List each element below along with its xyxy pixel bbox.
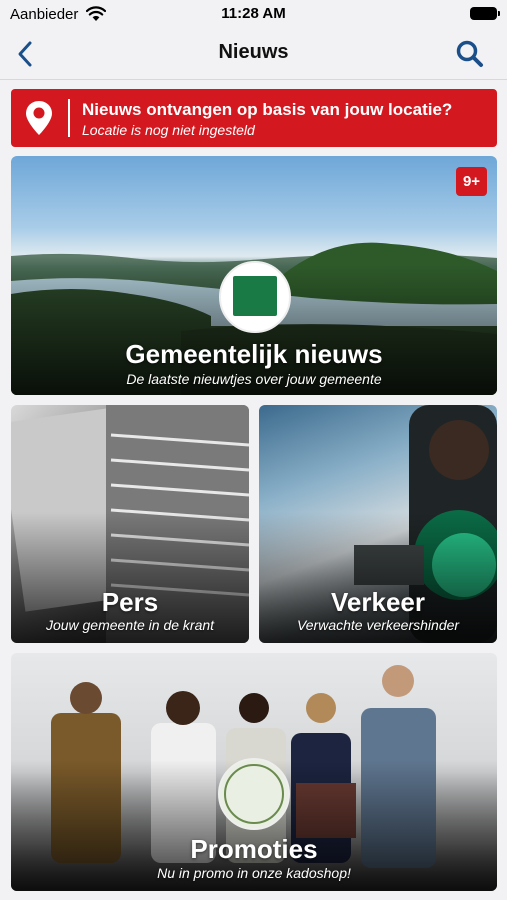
card-subtitle: Nu in promo in onze kadoshop! — [157, 865, 351, 881]
shop-logo-ring — [224, 764, 284, 824]
card-title: Pers — [101, 587, 159, 617]
card-pers[interactable]: Pers Jouw gemeente in de krant — [11, 405, 249, 643]
card-subtitle: Verwachte verkeershinder — [296, 617, 460, 633]
banner-title: Nieuws ontvangen op basis van jouw locat… — [82, 100, 453, 119]
card-verkeer[interactable]: Verkeer Verwachte verkeershinder — [259, 405, 497, 643]
banner-divider — [68, 99, 70, 137]
battery-icon — [470, 7, 500, 20]
municipality-logo — [219, 261, 291, 333]
card-promoties[interactable]: Promoties Nu in promo in onze kadoshop! — [11, 653, 497, 891]
card-subtitle: De laatste nieuwtjes over jouw gemeente — [126, 371, 382, 387]
search-icon[interactable] — [455, 39, 485, 69]
card-gemeentelijk-nieuws[interactable]: 9+ Gemeentelijk nieuws De laatste nieuwt… — [11, 156, 497, 395]
location-banner[interactable]: Nieuws ontvangen op basis van jouw locat… — [11, 89, 497, 147]
status-bar: Aanbieder 11:28 AM — [0, 0, 507, 28]
notification-badge: 9+ — [456, 167, 487, 196]
banner-subtitle: Locatie is nog niet ingesteld — [82, 122, 255, 138]
page-title: Nieuws — [218, 41, 289, 63]
municipality-logo-mark — [233, 276, 277, 316]
card-title: Gemeentelijk nieuws — [125, 339, 383, 369]
card-title: Verkeer — [331, 587, 425, 617]
navigation-bar: Nieuws — [0, 28, 507, 80]
card-subtitle: Jouw gemeente in de krant — [45, 617, 215, 633]
map-pin-icon — [26, 101, 52, 135]
status-time: 11:28 AM — [221, 5, 286, 22]
shop-logo — [218, 758, 290, 830]
card-title: Promoties — [190, 834, 318, 864]
